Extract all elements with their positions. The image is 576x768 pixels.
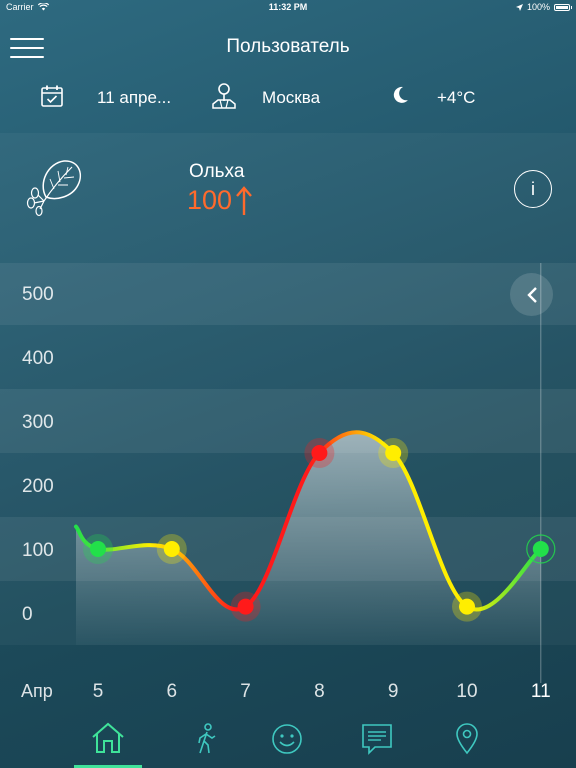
allergen-name: Ольха xyxy=(189,161,245,182)
walk-icon xyxy=(198,723,216,754)
date-label[interactable]: 11 апре... xyxy=(97,88,171,108)
data-point xyxy=(237,598,254,615)
battery-icon xyxy=(554,3,572,11)
location-arrow-icon xyxy=(515,3,523,11)
temperature-label: +4°C xyxy=(437,88,476,107)
menu-icon[interactable] xyxy=(10,38,44,58)
status-left: Carrier xyxy=(6,2,49,12)
y-tick-label: 500 xyxy=(22,284,54,305)
tab-bar xyxy=(0,710,576,768)
x-tick-label: 5 xyxy=(93,681,104,702)
page-title: Пользователь xyxy=(226,36,350,57)
x-tick-label: 7 xyxy=(240,681,251,702)
data-point xyxy=(311,445,328,461)
chart-band xyxy=(0,389,576,453)
x-tick-label: 8 xyxy=(314,681,325,702)
y-tick-label: 400 xyxy=(22,348,54,369)
tab-home[interactable] xyxy=(74,710,142,768)
header: Пользователь xyxy=(0,28,576,68)
status-bar: Carrier 11:32 PM 100% xyxy=(0,0,576,14)
data-point xyxy=(459,598,475,615)
pollen-chart: 0 100 200 300 400 500 Апр 5 6 7 8 9 10 11 xyxy=(0,263,576,710)
allergen-level: 100 xyxy=(187,185,252,216)
location-pin-icon[interactable] xyxy=(212,82,236,110)
y-tick-label: 100 xyxy=(22,540,54,561)
leaf-icon xyxy=(26,160,82,217)
data-point xyxy=(163,541,180,557)
data-point xyxy=(385,445,402,461)
carrier-label: Carrier xyxy=(6,2,34,12)
y-tick-label: 300 xyxy=(22,412,54,433)
data-point xyxy=(90,541,106,557)
x-tick-label: 9 xyxy=(388,681,399,702)
info-icon: i xyxy=(531,178,535,199)
arrow-up-icon xyxy=(236,185,252,215)
message-icon xyxy=(362,724,392,755)
previous-day-button[interactable] xyxy=(510,273,553,316)
tab-messages[interactable] xyxy=(352,710,402,768)
calendar-icon[interactable] xyxy=(40,84,64,108)
home-icon xyxy=(92,722,124,753)
y-tick-label: 200 xyxy=(22,476,54,497)
status-right: 100% xyxy=(515,2,572,12)
city-label[interactable]: Москва xyxy=(262,88,320,108)
status-time: 11:32 PM xyxy=(268,2,308,12)
y-tick-label: 0 xyxy=(22,604,33,625)
smiley-icon xyxy=(272,724,302,754)
wifi-icon xyxy=(37,3,49,11)
chart-band xyxy=(0,325,576,389)
x-axis-label: Апр xyxy=(21,681,53,701)
chevron-left-icon xyxy=(526,286,537,303)
info-row: 11 апре... Москва +4°C xyxy=(0,80,576,114)
chart-band xyxy=(0,453,576,517)
x-tick-label: 11 xyxy=(531,681,551,702)
allergen-level-value: 100 xyxy=(187,185,233,215)
tab-map[interactable] xyxy=(442,710,492,768)
map-pin-icon xyxy=(456,723,478,755)
chart-svg: 0 100 200 300 400 500 Апр 5 6 7 8 9 10 11 xyxy=(0,263,576,702)
info-button[interactable]: i xyxy=(514,170,552,208)
moon-icon xyxy=(393,86,408,103)
chart-band xyxy=(0,263,576,325)
tab-mood[interactable] xyxy=(262,710,312,768)
x-tick-label: 6 xyxy=(167,681,178,702)
battery-percent: 100% xyxy=(526,2,550,12)
x-tick-label: 10 xyxy=(456,681,477,702)
tab-activity[interactable] xyxy=(182,710,232,768)
allergen-panel: Ольха 100 i xyxy=(0,133,576,263)
data-point xyxy=(532,541,549,557)
